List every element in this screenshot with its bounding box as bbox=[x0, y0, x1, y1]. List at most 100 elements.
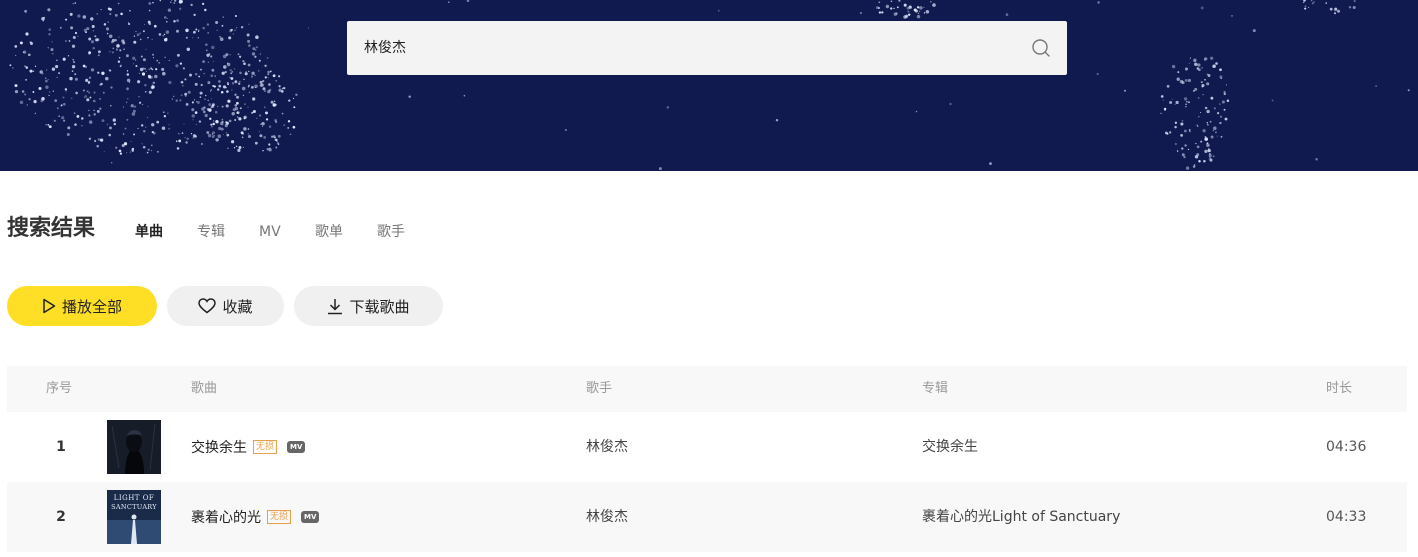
artist-link[interactable]: 林俊杰 bbox=[586, 412, 628, 482]
mv-badge[interactable]: MV bbox=[301, 511, 320, 523]
star-dot bbox=[228, 119, 232, 123]
tab-artists[interactable]: 歌手 bbox=[377, 222, 405, 242]
tab-albums[interactable]: 专辑 bbox=[197, 222, 225, 242]
star-dot bbox=[1219, 115, 1223, 118]
star-dot bbox=[71, 44, 76, 48]
star-dot bbox=[68, 40, 71, 42]
favorite-button[interactable]: 收藏 bbox=[167, 286, 284, 326]
star-dot bbox=[192, 119, 194, 121]
star-dot bbox=[254, 141, 258, 145]
star-dot bbox=[1353, 0, 1356, 3]
star-dot bbox=[223, 65, 227, 69]
star-dot bbox=[135, 64, 138, 68]
star-dot bbox=[115, 146, 118, 149]
star-dot bbox=[230, 77, 234, 80]
album-link[interactable]: 交换余生 bbox=[922, 412, 978, 482]
star-dot bbox=[66, 133, 70, 136]
star-dot bbox=[51, 52, 54, 55]
star-dot bbox=[155, 68, 158, 71]
star-dot bbox=[30, 42, 33, 45]
table-row[interactable]: 1 交换余生 无损 MV 林俊杰 交换余生 04:36 bbox=[7, 412, 1407, 482]
star-dot bbox=[203, 110, 206, 114]
album-link[interactable]: 裹着心的光Light of Sanctuary bbox=[922, 482, 1120, 552]
star-dot bbox=[890, 7, 893, 10]
mv-badge[interactable]: MV bbox=[287, 441, 306, 453]
tab-mv[interactable]: MV bbox=[259, 222, 281, 242]
tab-songs[interactable]: 单曲 bbox=[135, 222, 163, 242]
star-dot bbox=[225, 87, 227, 89]
star-dot bbox=[1231, 15, 1233, 17]
star-dot bbox=[88, 109, 90, 111]
star-dot bbox=[58, 72, 61, 75]
star-dot bbox=[1180, 122, 1184, 126]
star-dot bbox=[1213, 126, 1217, 130]
star-dot bbox=[1200, 6, 1204, 10]
search-input[interactable]: 林俊杰 bbox=[364, 21, 406, 75]
artist-link[interactable]: 林俊杰 bbox=[586, 482, 628, 552]
star-dot bbox=[190, 3, 193, 7]
star-dot bbox=[45, 79, 48, 83]
star-dot bbox=[276, 140, 278, 142]
star-dot bbox=[265, 111, 268, 115]
download-button[interactable]: 下载歌曲 bbox=[294, 286, 443, 326]
star-dot bbox=[153, 24, 157, 28]
star-dot bbox=[65, 91, 67, 93]
star-dot bbox=[210, 90, 212, 92]
star-dot bbox=[238, 146, 242, 149]
star-dot bbox=[247, 39, 251, 43]
star-dot bbox=[111, 162, 113, 164]
star-dot bbox=[131, 112, 136, 116]
star-dot bbox=[112, 47, 114, 49]
star-dot bbox=[251, 86, 253, 89]
star-dot bbox=[234, 29, 236, 31]
search-box[interactable]: 林俊杰 bbox=[347, 21, 1067, 75]
star-dot bbox=[229, 76, 231, 79]
star-dot bbox=[161, 126, 166, 130]
star-dot bbox=[152, 81, 155, 84]
song-title[interactable]: 裹着心的光 bbox=[191, 507, 261, 527]
star-dot bbox=[250, 75, 254, 78]
star-dot bbox=[266, 57, 269, 59]
album-cover[interactable] bbox=[107, 420, 161, 474]
star-dot bbox=[117, 2, 120, 5]
star-dot bbox=[51, 41, 53, 43]
star-dot bbox=[98, 50, 101, 54]
star-dot bbox=[97, 71, 100, 74]
star-dot bbox=[138, 72, 141, 75]
table-row[interactable]: 2 LIGHT OF SANCTUARY 裹着心的光 无损 MV 林俊杰 裹着心… bbox=[7, 482, 1407, 552]
star-dot bbox=[234, 93, 237, 96]
star-dot bbox=[289, 133, 292, 136]
star-dot bbox=[1189, 57, 1191, 59]
star-dot bbox=[72, 58, 75, 61]
star-dot bbox=[254, 84, 258, 89]
star-dot bbox=[128, 22, 131, 26]
star-dot bbox=[101, 119, 105, 122]
star-dot bbox=[907, 10, 910, 13]
star-dot bbox=[99, 98, 101, 100]
star-dot bbox=[1200, 140, 1203, 143]
star-dot bbox=[1188, 129, 1191, 131]
star-dot bbox=[275, 146, 278, 149]
play-all-button[interactable]: 播放全部 bbox=[7, 286, 157, 326]
header-song: 歌曲 bbox=[191, 381, 218, 396]
star-dot bbox=[1175, 100, 1179, 105]
star-dot bbox=[164, 56, 166, 58]
star-dot bbox=[248, 91, 251, 94]
star-dot bbox=[1181, 119, 1184, 122]
star-dot bbox=[949, 102, 952, 106]
star-dot bbox=[1212, 129, 1214, 132]
star-dot bbox=[126, 73, 130, 76]
star-dot bbox=[96, 13, 98, 15]
star-dot bbox=[247, 128, 250, 130]
star-dot bbox=[45, 124, 47, 126]
star-dot bbox=[235, 145, 238, 148]
star-dot bbox=[1188, 62, 1190, 64]
search-icon[interactable] bbox=[1031, 38, 1051, 58]
album-cover[interactable]: LIGHT OF SANCTUARY bbox=[107, 490, 161, 544]
star-dot bbox=[72, 60, 76, 64]
star-dot bbox=[239, 107, 242, 110]
star-dot bbox=[120, 49, 122, 52]
tab-playlists[interactable]: 歌单 bbox=[315, 222, 343, 242]
song-title[interactable]: 交换余生 bbox=[191, 437, 247, 457]
star-dot bbox=[159, 0, 162, 2]
